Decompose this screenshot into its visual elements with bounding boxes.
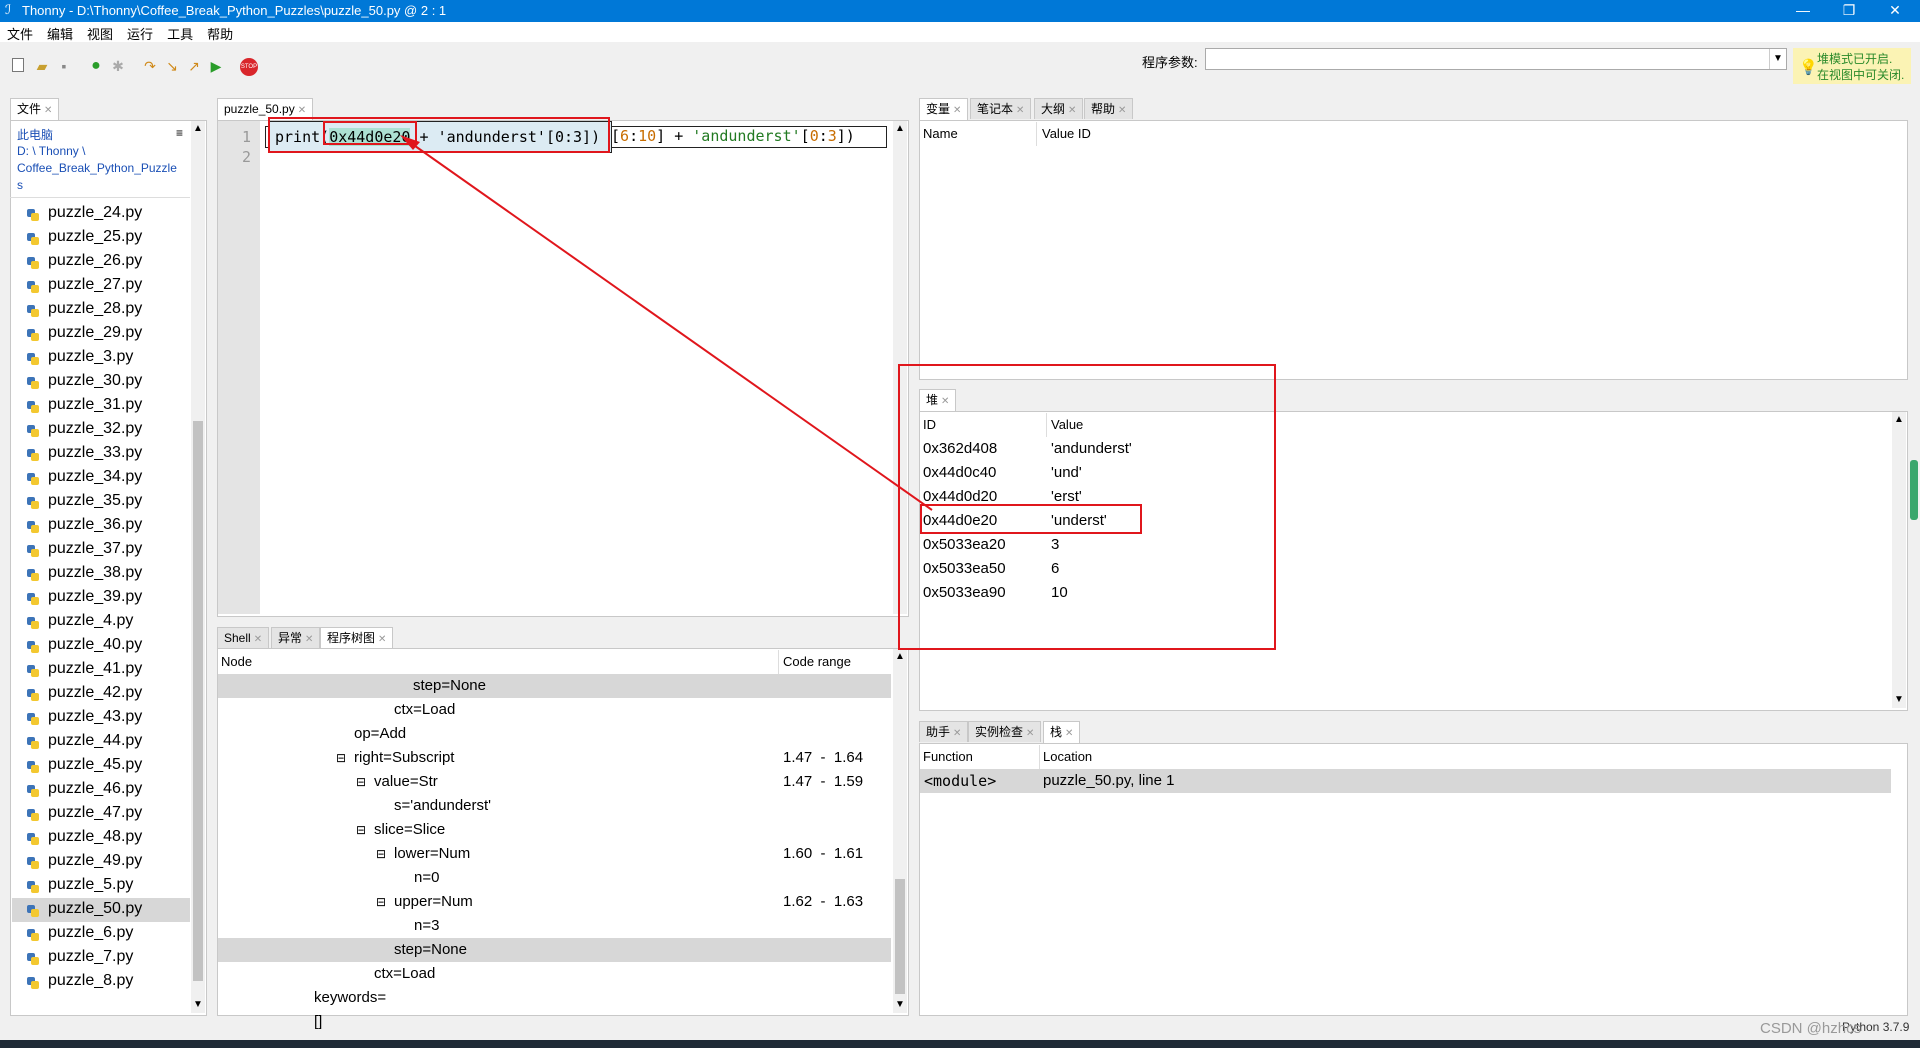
annotation-arrow: [400, 135, 933, 511]
